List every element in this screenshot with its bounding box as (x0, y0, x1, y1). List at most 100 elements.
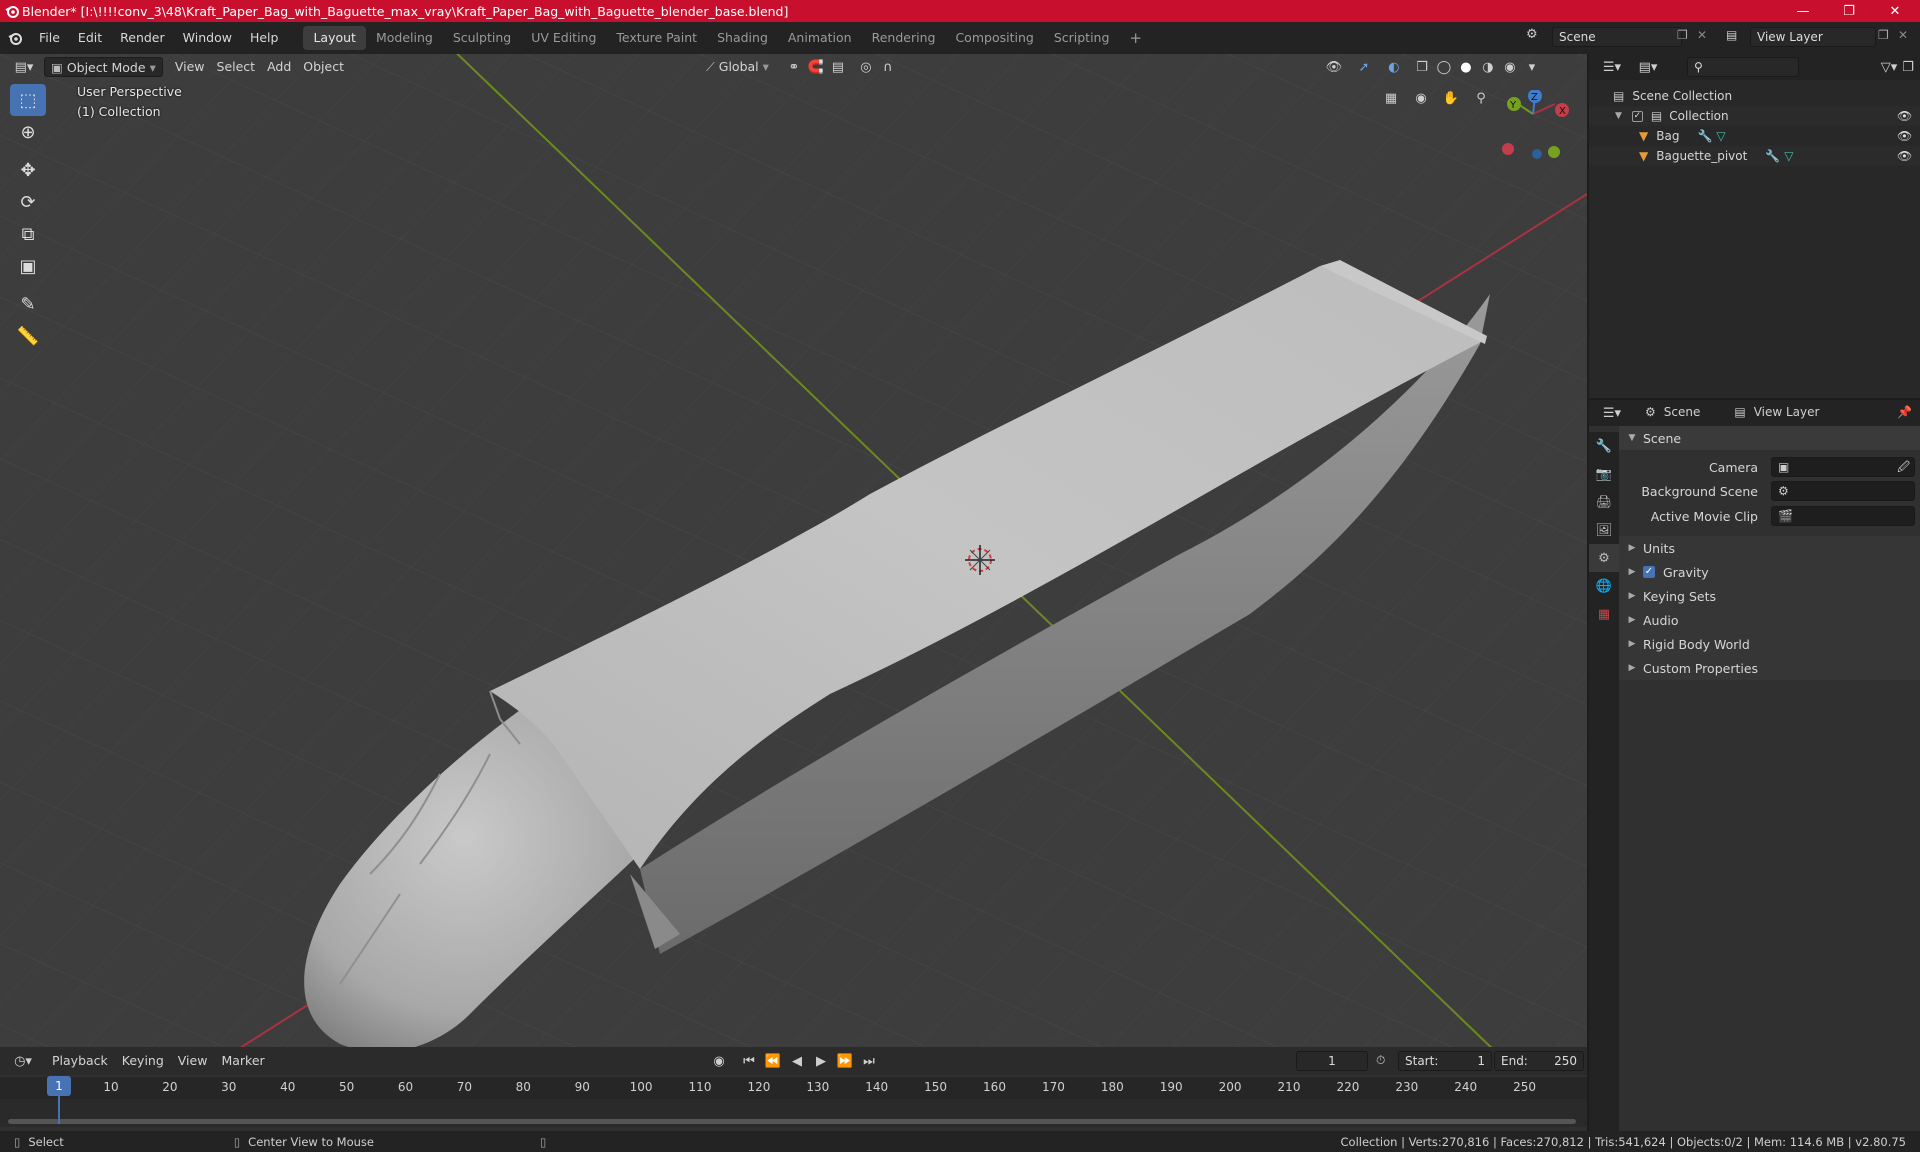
tab-sculpting[interactable]: Sculpting (443, 26, 521, 50)
render-tab-icon[interactable]: 📷 (1589, 460, 1619, 488)
gravity-checkbox[interactable]: ✓ (1643, 566, 1655, 578)
menu-render[interactable]: Render (111, 26, 174, 50)
collection-visibility-eye-icon[interactable]: 👁 (1897, 109, 1912, 123)
scene-panel-header[interactable]: ▼ Scene (1619, 426, 1920, 450)
record-icon[interactable]: ◉ (708, 1051, 730, 1071)
solid-shading-icon[interactable]: ● (1455, 57, 1477, 77)
jump-start-icon[interactable]: ⏮ (738, 1051, 760, 1071)
modifier-wrench-icon[interactable]: 🔧 (1697, 129, 1712, 143)
annotate-tool-icon[interactable]: ✎ (10, 288, 46, 320)
rigid-body-world-panel-header[interactable]: ▶ Rigid Body World (1619, 632, 1920, 656)
menu-file[interactable]: File (30, 26, 69, 50)
add-workspace-button[interactable]: + (1119, 26, 1152, 50)
falloff-icon[interactable]: ∩ (877, 57, 899, 77)
tab-modeling[interactable]: Modeling (366, 26, 443, 50)
gizmo-toggle-icon[interactable]: ➚ (1353, 57, 1375, 77)
menu-window[interactable]: Window (174, 26, 241, 50)
new-collection-icon[interactable]: ❐ (1897, 57, 1919, 77)
delete-scene-icon[interactable]: ✕ (1697, 28, 1707, 42)
zoom-icon[interactable]: ⚲ (1470, 88, 1492, 108)
menu-timeline-view[interactable]: View (172, 1051, 214, 1071)
camera-view-icon[interactable]: ◉ (1410, 88, 1432, 108)
tab-texture-paint[interactable]: Texture Paint (606, 26, 707, 50)
expand-collection-icon[interactable]: ▼ (1615, 111, 1622, 121)
editor-type-icon[interactable]: ▤▾ (10, 57, 38, 77)
tab-animation[interactable]: Animation (778, 26, 862, 50)
custom-properties-panel-header[interactable]: ▶ Custom Properties (1619, 656, 1920, 680)
snap-icon[interactable]: 🧲 (805, 57, 827, 77)
menu-select[interactable]: Select (211, 57, 262, 77)
tab-uv-editing[interactable]: UV Editing (521, 26, 606, 50)
orientation-selector[interactable]: ⟋ Global ▾ (700, 57, 775, 77)
tab-shading[interactable]: Shading (707, 26, 778, 50)
timeline-scrollbar[interactable] (8, 1119, 1576, 1124)
new-view-layer-icon[interactable]: ❐ (1878, 28, 1889, 42)
cursor-tool-icon[interactable]: ⊕ (10, 116, 46, 148)
blender-menu-icon[interactable] (0, 30, 30, 46)
outliner-collection[interactable]: ▼ ✓ ▤ Collection 👁 (1589, 106, 1920, 126)
audio-panel-header[interactable]: ▶ Audio (1619, 608, 1920, 632)
gravity-panel-header[interactable]: ▶ ✓ Gravity (1619, 560, 1920, 584)
pivot-point-icon[interactable]: ⚭ (783, 57, 805, 77)
menu-playback[interactable]: Playback (46, 1051, 114, 1071)
menu-edit[interactable]: Edit (69, 26, 111, 50)
menu-object[interactable]: Object (297, 57, 350, 77)
3d-viewport[interactable]: ⬚ ⊕ ✥ ⟳ ⧉ ▣ ✎ 📏 User Perspective (1) Col… (0, 54, 1587, 1047)
mesh-data-icon[interactable]: ▽ (1716, 129, 1725, 143)
collection-checkbox[interactable]: ✓ (1631, 110, 1643, 122)
maximize-icon[interactable]: ❐ (1826, 0, 1872, 22)
menu-keying[interactable]: Keying (116, 1051, 170, 1071)
playhead[interactable]: 1 (47, 1076, 71, 1096)
tool-tab-icon[interactable]: 🔧 (1589, 432, 1619, 460)
rotate-tool-icon[interactable]: ⟳ (10, 186, 46, 218)
visibility-filter-icon[interactable]: 👁 (1323, 57, 1345, 77)
proportional-edit-icon[interactable]: ◎ (855, 57, 877, 77)
end-frame-field[interactable]: End: 250 (1494, 1051, 1584, 1071)
view-layer-selector[interactable]: View Layer (1750, 27, 1876, 47)
current-frame-field[interactable]: 1 (1296, 1051, 1368, 1071)
tab-compositing[interactable]: Compositing (945, 26, 1043, 50)
scale-tool-icon[interactable]: ⧉ (10, 218, 46, 250)
scene-type-icon[interactable]: ⚙ (1526, 27, 1546, 47)
minimize-icon[interactable]: — (1780, 0, 1826, 22)
outliner-editor-type-icon[interactable]: ☰▾ (1597, 57, 1627, 77)
menu-add[interactable]: Add (261, 57, 297, 77)
mode-selector[interactable]: ▣ Object Mode ▾ (44, 57, 163, 77)
move-tool-icon[interactable]: ✥ (10, 154, 46, 186)
select-box-tool-icon[interactable]: ⬚ (10, 84, 46, 116)
scene-selector[interactable]: Scene (1552, 27, 1682, 47)
outliner-item-baguette-pivot[interactable]: ▼ Baguette_pivot 🔧 ▽ 👁 (1589, 146, 1920, 166)
camera-field[interactable]: ▣ 🖉 (1771, 457, 1915, 477)
tab-rendering[interactable]: Rendering (862, 26, 946, 50)
outliner-item-bag[interactable]: ▼ Bag 🔧 ▽ 👁 (1589, 126, 1920, 146)
texture-tab-icon[interactable]: ▦ (1589, 600, 1619, 628)
close-icon[interactable]: ✕ (1872, 0, 1918, 22)
eyedropper-icon[interactable]: 🖉 (1897, 458, 1910, 476)
xray-toggle-icon[interactable]: ❐ (1411, 57, 1433, 77)
pan-hand-icon[interactable]: ✋ (1440, 88, 1462, 108)
outliner-search-input[interactable]: ⚲ (1687, 57, 1799, 77)
menu-help[interactable]: Help (241, 26, 288, 50)
outliner-scene-collection[interactable]: ▤ Scene Collection (1589, 86, 1920, 106)
start-frame-field[interactable]: Start: 1 (1398, 1051, 1492, 1071)
menu-marker[interactable]: Marker (215, 1051, 270, 1071)
baguette-visibility-eye-icon[interactable]: 👁 (1897, 149, 1912, 163)
keying-sets-panel-header[interactable]: ▶ Keying Sets (1619, 584, 1920, 608)
tab-layout[interactable]: Layout (303, 26, 366, 50)
pin-icon[interactable]: 📌 (1897, 405, 1912, 419)
prev-keyframe-icon[interactable]: ⏪ (762, 1051, 784, 1071)
transform-tool-icon[interactable]: ▣ (10, 250, 46, 282)
stopwatch-icon[interactable]: ⏱ (1376, 1053, 1385, 1068)
world-tab-icon[interactable]: 🌐 (1589, 572, 1619, 600)
toggle-camera-grid-icon[interactable]: ▦ (1380, 88, 1402, 108)
background-scene-field[interactable]: ⚙ (1771, 481, 1915, 501)
output-tab-icon[interactable]: 🖨 (1589, 488, 1619, 516)
navigation-gizmo[interactable]: X Y Z (1495, 90, 1570, 170)
wireframe-shading-icon[interactable]: ◯ (1433, 57, 1455, 77)
display-mode-icon[interactable]: ▤▾ (1633, 57, 1663, 77)
modifier-wrench-icon[interactable]: 🔧 (1765, 149, 1780, 163)
properties-editor-type-icon[interactable]: ☰▾ (1597, 403, 1627, 423)
tab-scripting[interactable]: Scripting (1044, 26, 1120, 50)
timeline-editor-type-icon[interactable]: ◷▾ (8, 1051, 38, 1071)
play-icon[interactable]: ▶ (810, 1051, 832, 1071)
